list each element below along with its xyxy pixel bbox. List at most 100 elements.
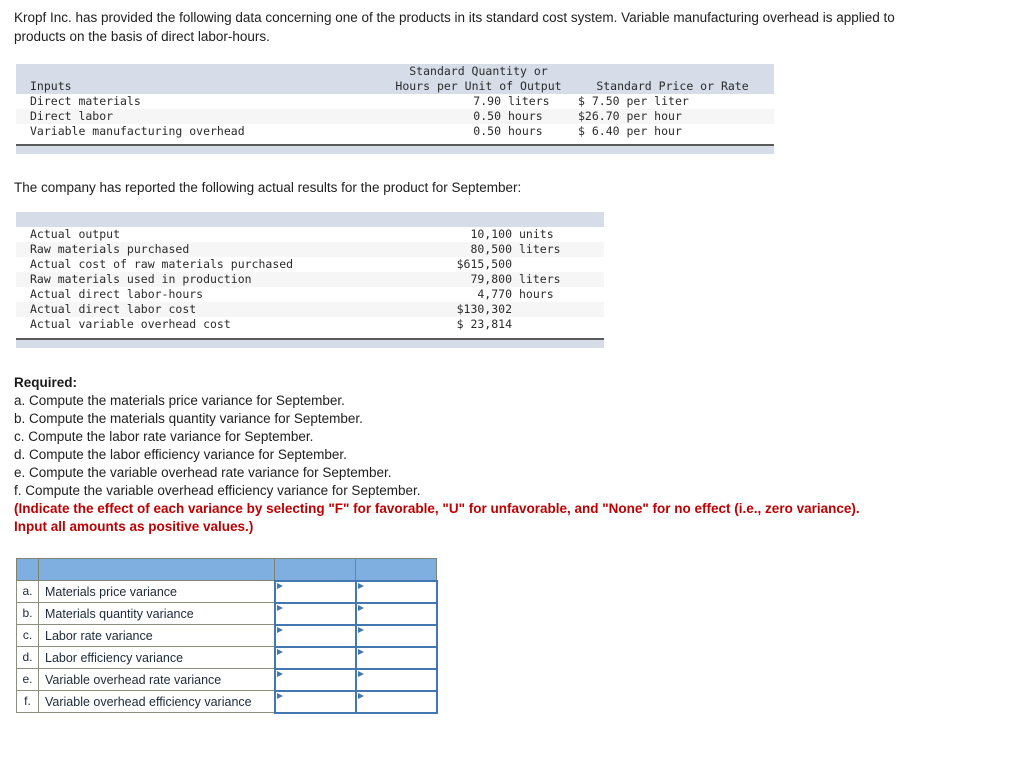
table-row: Actual cost of raw materials purchased $… bbox=[16, 257, 604, 272]
header-standard-price-or-rate: Standard Price or Rate bbox=[596, 79, 749, 93]
intro-paragraph: Kropf Inc. has provided the following da… bbox=[14, 10, 895, 44]
header-spacer-right bbox=[571, 64, 774, 79]
answer-row-label: Materials quantity variance bbox=[38, 602, 275, 625]
table-header-row bbox=[16, 212, 604, 227]
answer-row-letter: f. bbox=[16, 690, 39, 713]
answer-header-effect bbox=[355, 558, 437, 581]
result-unit: liters bbox=[512, 272, 604, 287]
actual-results-table-footer-bar bbox=[16, 338, 604, 348]
effect-select-d[interactable] bbox=[354, 645, 438, 670]
cell-marker-icon bbox=[357, 692, 364, 699]
cell-marker-icon bbox=[357, 582, 364, 589]
actual-results-table-header bbox=[16, 212, 604, 227]
header-standard-quantity-line2: Hours per Unit of Output bbox=[395, 79, 562, 93]
standard-cost-table-footer-bar bbox=[16, 144, 774, 154]
table-row: Variable manufacturing overhead 0.50 hou… bbox=[16, 124, 774, 139]
standard-cost-table-header: Standard Quantity or Inputs Hours per Un… bbox=[16, 64, 774, 94]
answer-row-d: d. Labor efficiency variance bbox=[16, 645, 438, 670]
cell-marker-icon bbox=[276, 648, 283, 655]
amount-input-d[interactable] bbox=[273, 645, 357, 670]
result-unit: units bbox=[519, 227, 554, 241]
cell-marker-icon bbox=[357, 648, 364, 655]
table-row: Raw materials used in production 79,800 … bbox=[16, 272, 604, 287]
required-section: Required: a. Compute the materials price… bbox=[14, 374, 914, 536]
actual-results-intro-paragraph: The company has reported the following a… bbox=[14, 180, 522, 195]
result-label: Actual cost of raw materials purchased bbox=[30, 257, 294, 271]
table-row: Actual output 10,100 units bbox=[16, 227, 604, 242]
input-name: Direct labor bbox=[16, 109, 386, 124]
result-label: Actual direct labor cost bbox=[16, 302, 432, 317]
table-row: Actual direct labor cost $130,302 bbox=[16, 302, 604, 317]
result-value: $615,500 bbox=[456, 257, 512, 271]
cell-marker-icon bbox=[276, 582, 283, 589]
standard-quantity-unit: liters bbox=[508, 94, 550, 108]
answer-row-label: Variable overhead rate variance bbox=[38, 668, 275, 691]
header-spacer-3 bbox=[512, 212, 604, 227]
required-heading: Required: bbox=[14, 375, 78, 390]
standard-rate-value: $ 7.50 bbox=[578, 94, 620, 108]
result-unit bbox=[512, 317, 604, 332]
answer-row-e: e. Variable overhead rate variance bbox=[16, 667, 438, 692]
result-label: Raw materials purchased bbox=[16, 242, 432, 257]
result-value: 79,800 bbox=[432, 272, 512, 287]
cell-marker-icon bbox=[357, 604, 364, 611]
header-spacer-2 bbox=[432, 212, 512, 227]
amount-input-a[interactable] bbox=[273, 579, 357, 604]
amount-input-e[interactable] bbox=[273, 667, 357, 692]
answer-row-a: a. Materials price variance bbox=[16, 579, 438, 604]
answer-row-letter: b. bbox=[16, 602, 39, 625]
result-label: Actual direct labor-hours bbox=[30, 287, 204, 301]
header-standard-quantity-line1: Standard Quantity or bbox=[409, 64, 548, 78]
answer-row-label: Variable overhead efficiency variance bbox=[38, 690, 275, 713]
amount-input-c[interactable] bbox=[273, 623, 357, 648]
cell-marker-icon bbox=[276, 604, 283, 611]
required-item-f: f. Compute the variable overhead efficie… bbox=[14, 483, 421, 498]
answer-row-b: b. Materials quantity variance bbox=[16, 601, 438, 626]
effect-select-e[interactable] bbox=[354, 667, 438, 692]
amount-input-f[interactable] bbox=[273, 689, 357, 714]
answer-row-letter: e. bbox=[16, 668, 39, 691]
result-unit bbox=[512, 302, 604, 317]
answer-row-label: Labor efficiency variance bbox=[38, 646, 275, 669]
required-note: (Indicate the effect of each variance by… bbox=[14, 501, 860, 534]
effect-select-c[interactable] bbox=[354, 623, 438, 648]
answer-header-description bbox=[38, 558, 275, 581]
answer-header-amount bbox=[274, 558, 356, 581]
standard-quantity-unit: hours bbox=[508, 124, 543, 138]
answer-table: a. Materials price variance b. Materials… bbox=[16, 558, 438, 714]
header-spacer-1 bbox=[16, 212, 432, 227]
answer-row-label: Labor rate variance bbox=[38, 624, 275, 647]
answer-table-body: a. Materials price variance b. Materials… bbox=[16, 579, 438, 714]
result-label: Raw materials used in production bbox=[16, 272, 432, 287]
effect-select-a[interactable] bbox=[354, 579, 438, 604]
required-item-a: a. Compute the materials price variance … bbox=[14, 393, 345, 408]
result-label: Actual variable overhead cost bbox=[30, 317, 231, 331]
standard-rate-unit-text: per hour bbox=[626, 124, 682, 138]
result-label: Actual output bbox=[30, 227, 121, 241]
cell-marker-icon bbox=[276, 670, 283, 677]
standard-rate: $26.70 per hour bbox=[571, 109, 774, 124]
table-row: Direct labor 0.50 hours $26.70 per hour bbox=[16, 109, 774, 124]
table-row: Direct materials 7.90 liters $ 7.50 per … bbox=[16, 94, 774, 109]
table-header-row-top: Standard Quantity or bbox=[16, 64, 774, 79]
cell-marker-icon bbox=[276, 626, 283, 633]
result-value: $ 23,814 bbox=[456, 317, 512, 331]
required-item-d: d. Compute the labor efficiency variance… bbox=[14, 447, 347, 462]
table-header-row-bottom: Inputs Hours per Unit of Output Standard… bbox=[16, 79, 774, 94]
result-value: 10,100 bbox=[470, 227, 512, 241]
actual-results-table-body: Actual output 10,100 units Raw materials… bbox=[16, 227, 604, 332]
required-item-b: b. Compute the materials quantity varian… bbox=[14, 411, 363, 426]
answer-row-letter: c. bbox=[16, 624, 39, 647]
effect-select-f[interactable] bbox=[354, 689, 438, 714]
standard-quantity: 7.90 bbox=[473, 94, 501, 108]
cell-marker-icon bbox=[357, 670, 364, 677]
standard-rate-value: $ 6.40 bbox=[578, 124, 620, 138]
table-row: Raw materials purchased 80,500 liters bbox=[16, 242, 604, 257]
effect-select-b[interactable] bbox=[354, 601, 438, 626]
required-item-e: e. Compute the variable overhead rate va… bbox=[14, 465, 392, 480]
input-name: Variable manufacturing overhead bbox=[30, 124, 245, 138]
standard-quantity: 0.50 bbox=[473, 124, 501, 138]
amount-input-b[interactable] bbox=[273, 601, 357, 626]
table-row: Actual direct labor-hours 4,770 hours bbox=[16, 287, 604, 302]
result-unit: liters bbox=[512, 242, 604, 257]
